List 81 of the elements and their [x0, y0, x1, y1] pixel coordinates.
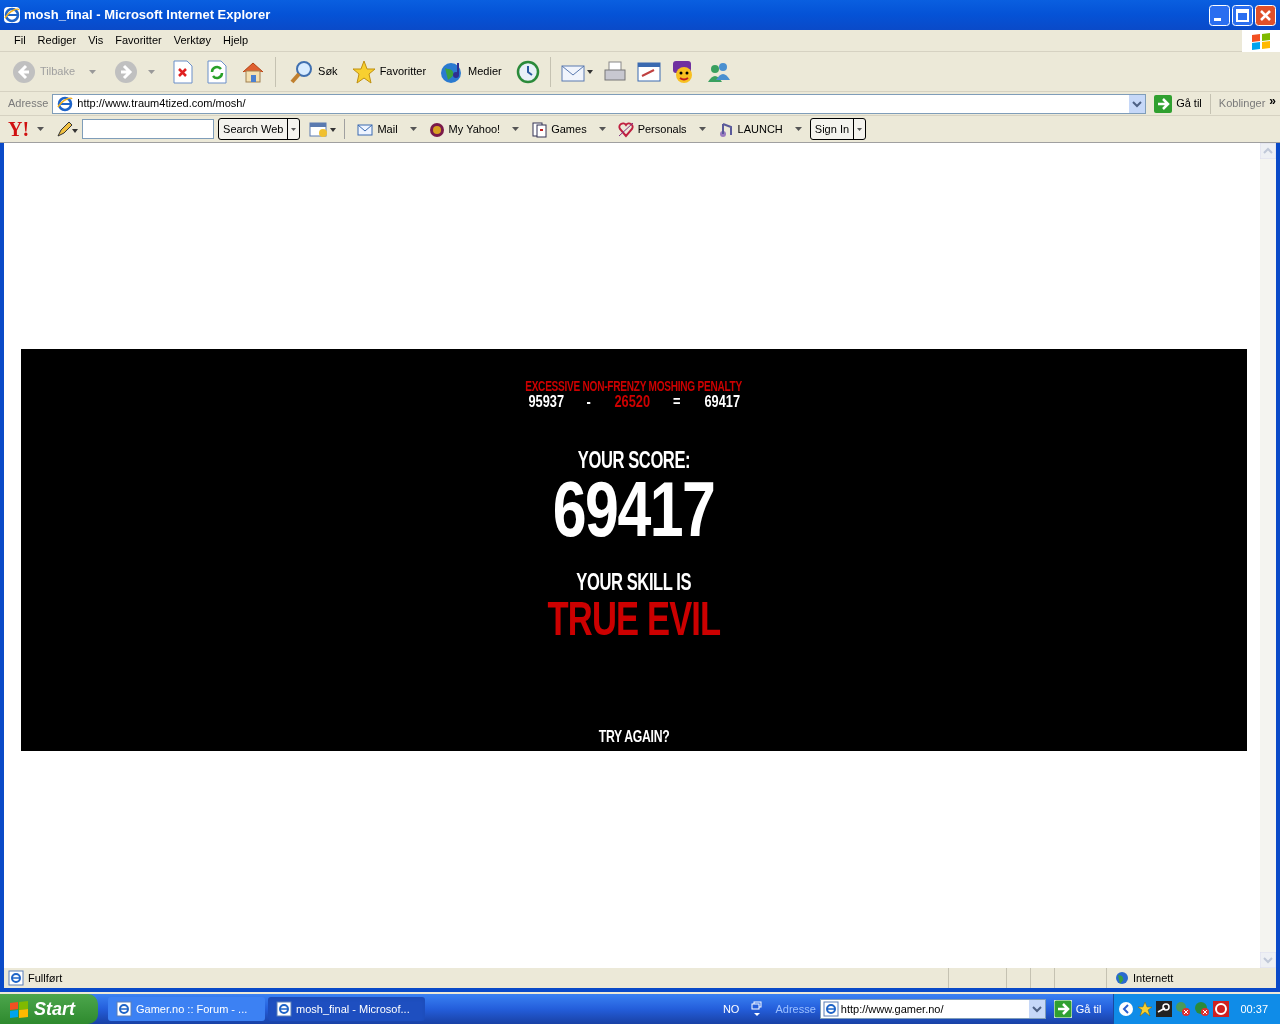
- menu-item[interactable]: Fil: [8, 32, 32, 49]
- menu-item[interactable]: Vis: [82, 32, 110, 49]
- search-web-button[interactable]: Search Web: [218, 118, 301, 140]
- heart-arrow-icon: [617, 120, 634, 138]
- page-icon: [8, 970, 24, 986]
- search-field[interactable]: [82, 119, 215, 139]
- address-label: Adresse: [775, 1001, 816, 1017]
- penalty-title: EXCESSIVE NON-FRENZY MOSHING PENALTY: [525, 378, 743, 394]
- edit-window-icon[interactable]: [636, 59, 661, 84]
- page-icon: [822, 1001, 839, 1017]
- music-note-icon: [717, 120, 734, 138]
- favorites-button[interactable]: Favoritter: [347, 59, 431, 84]
- star-icon: [351, 59, 376, 84]
- equation-term: 69417: [703, 393, 741, 411]
- search-button[interactable]: Søk: [286, 59, 342, 84]
- close-button[interactable]: [1255, 4, 1276, 26]
- magnifier-icon: [290, 59, 315, 84]
- go-button[interactable]: Gå til: [1150, 94, 1206, 113]
- maximize-button[interactable]: [1232, 4, 1253, 26]
- taskbar-button[interactable]: Gamer.no :: Forum - ...: [108, 997, 265, 1021]
- skill-label: YOUR SKILL IS: [576, 569, 692, 595]
- sign-in-button[interactable]: Sign In: [809, 118, 867, 140]
- globe-error-icon[interactable]: [1194, 1001, 1211, 1017]
- pencil-icon[interactable]: [56, 120, 79, 138]
- playing-cards-icon: [531, 120, 548, 138]
- stop-icon[interactable]: [173, 59, 194, 84]
- network-error-icon[interactable]: [1175, 1001, 1192, 1017]
- toolbar-link[interactable]: Games: [527, 120, 591, 138]
- start-button[interactable]: Start: [0, 994, 98, 1024]
- score-label: YOUR SCORE:: [577, 447, 691, 473]
- refresh-icon[interactable]: [207, 59, 228, 84]
- yahoo-logo[interactable]: Y!: [8, 119, 34, 139]
- toolbar-link[interactable]: Mail: [353, 120, 402, 138]
- menu-item[interactable]: Verktøy: [167, 32, 217, 49]
- address-field[interactable]: http://www.gamer.no/: [819, 999, 1046, 1019]
- media-button[interactable]: Medier: [436, 59, 506, 84]
- taskbar-button[interactable]: mosh_final - Microsof...: [268, 997, 425, 1021]
- toolbar-link[interactable]: My Yahoo!: [424, 120, 505, 138]
- windows-flag-icon: [8, 999, 30, 1019]
- try-again-link[interactable]: TRY AGAIN?: [598, 727, 670, 747]
- skill-rank: TRUE EVIL: [547, 595, 721, 643]
- score-value: 69417: [553, 473, 715, 545]
- printer-icon[interactable]: [602, 59, 627, 84]
- page-icon: [116, 1001, 132, 1017]
- minimize-button[interactable]: [1209, 4, 1230, 26]
- zone-label: Internett: [1133, 970, 1174, 986]
- language-indicator[interactable]: NO: [722, 1000, 740, 1018]
- page-icon: [276, 1001, 292, 1017]
- windows-stack-icon[interactable]: [751, 1001, 764, 1017]
- dropdown-caret-icon[interactable]: [794, 127, 802, 131]
- address-label: Adresse: [8, 96, 49, 112]
- chevron-button[interactable]: »: [1269, 92, 1276, 110]
- windows-flag-icon: [1242, 29, 1280, 52]
- globe-icon: [1115, 971, 1129, 985]
- round-badge-icon: [428, 120, 445, 138]
- star-icon[interactable]: [1137, 1001, 1154, 1017]
- go-button[interactable]: Gå til: [1053, 1000, 1102, 1018]
- menu-item[interactable]: Favoritter: [109, 32, 168, 49]
- menu-item[interactable]: Hjelp: [217, 32, 255, 49]
- equation-term: 26520: [613, 393, 651, 411]
- dropdown-caret-icon[interactable]: [37, 127, 45, 131]
- address-field[interactable]: http://www.traum4tized.com/mosh/: [52, 93, 1147, 114]
- toolbar-link[interactable]: LAUNCH: [713, 120, 787, 138]
- dropdown-caret-icon[interactable]: [409, 127, 417, 131]
- equation-term: -: [585, 393, 593, 411]
- clock: 00:37: [1240, 1001, 1268, 1017]
- dropdown-caret-icon[interactable]: [698, 127, 706, 131]
- links-label[interactable]: Koblinger: [1214, 95, 1270, 112]
- equation-term: =: [672, 393, 682, 411]
- ie-logo-icon: [4, 7, 20, 23]
- page-icon: [57, 95, 74, 112]
- right-arrow-icon: [1053, 1000, 1072, 1018]
- toolbar-link[interactable]: Personals: [613, 120, 691, 138]
- status-text: Fullført: [28, 970, 64, 986]
- equation-term: 95937: [527, 393, 565, 411]
- right-arrow-icon: [1154, 94, 1173, 113]
- chevron-left-icon[interactable]: [1118, 1001, 1135, 1017]
- window-title: mosh_final - Microsoft Internet Explorer: [24, 6, 272, 25]
- menu-item[interactable]: Rediger: [31, 32, 83, 49]
- dropdown-caret-icon[interactable]: [598, 127, 606, 131]
- dropdown-caret-icon[interactable]: [512, 127, 520, 131]
